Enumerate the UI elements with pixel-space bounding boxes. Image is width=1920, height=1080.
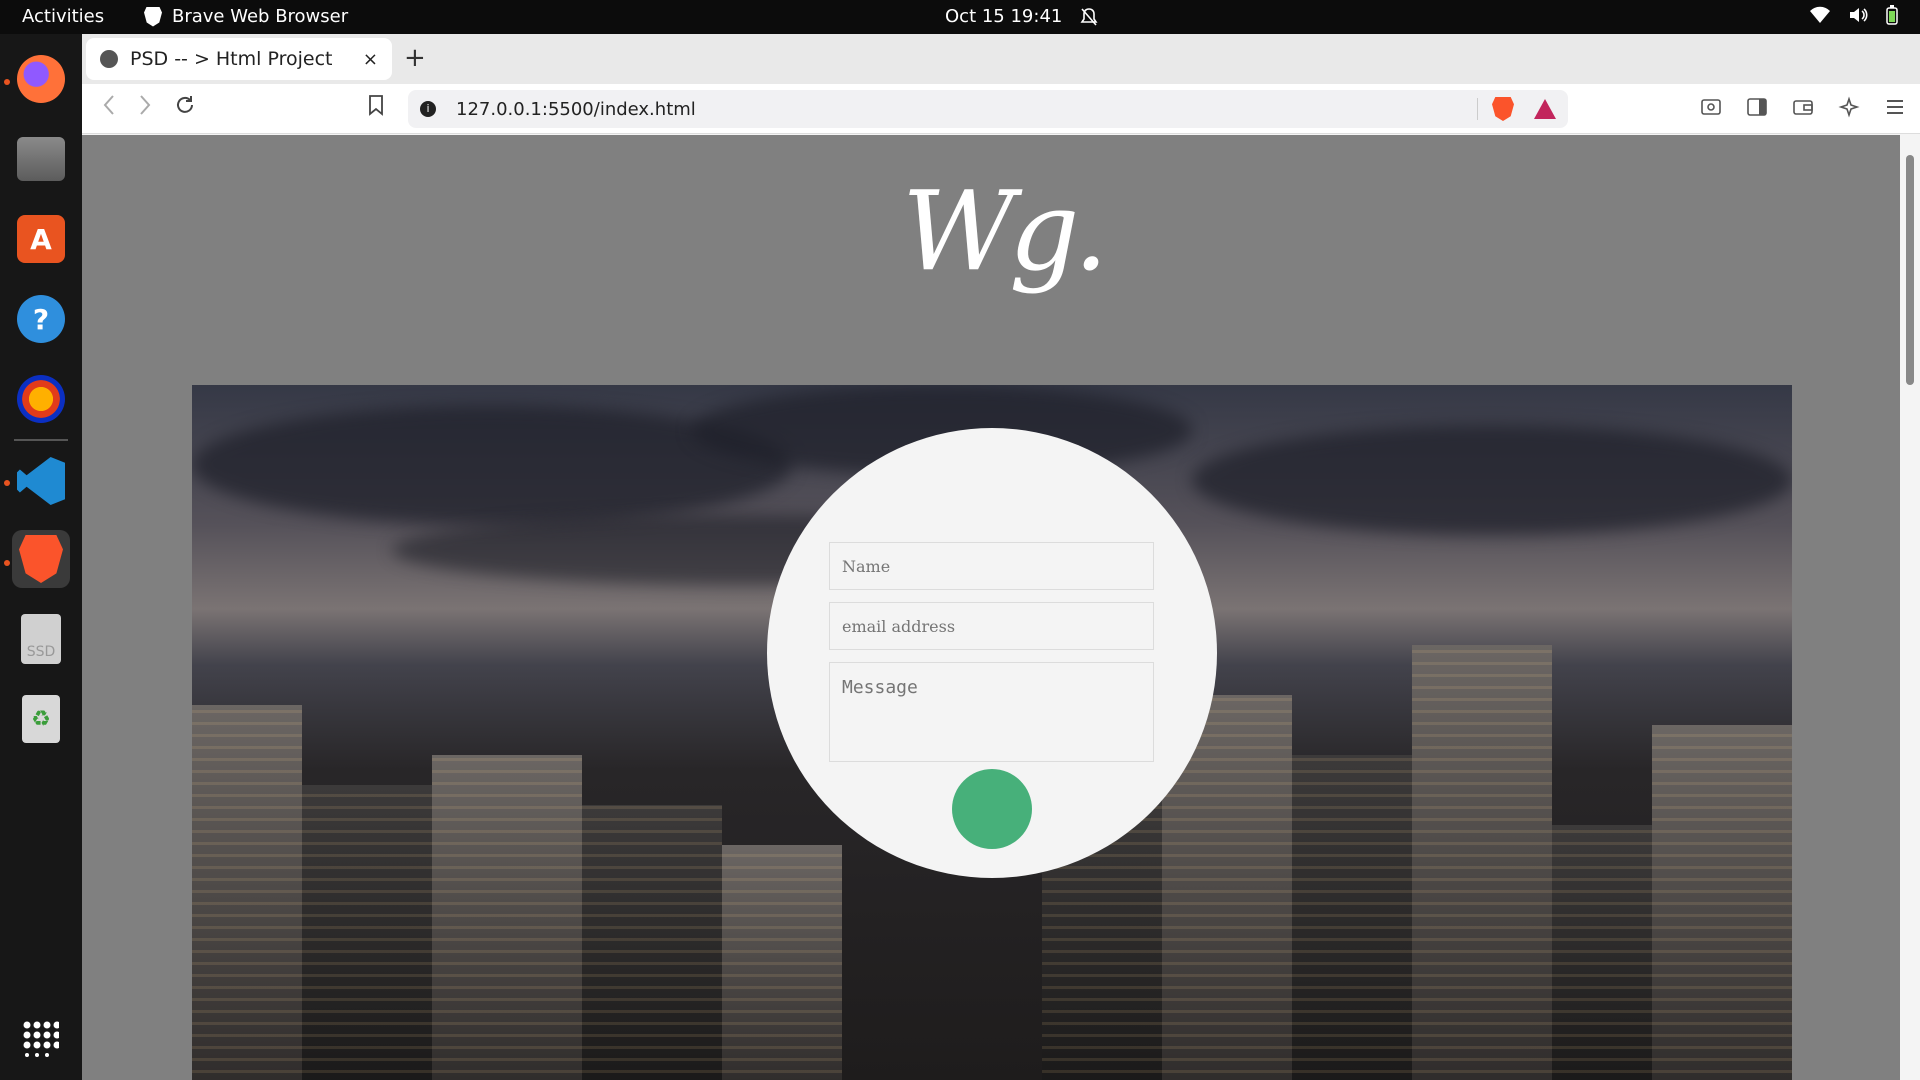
address-divider xyxy=(1477,98,1478,120)
name-input[interactable] xyxy=(829,542,1154,590)
brave-icon xyxy=(144,6,162,27)
tab-strip: PSD -- > Html Project × + xyxy=(82,34,1920,84)
app-grid-icon xyxy=(23,1021,59,1057)
dock-help[interactable]: ? xyxy=(12,290,70,348)
dock-separator xyxy=(14,439,68,441)
tab-active[interactable]: PSD -- > Html Project × xyxy=(86,38,392,80)
activities-button[interactable]: Activities xyxy=(22,6,104,27)
scrollbar-thumb[interactable] xyxy=(1906,155,1914,385)
chevron-left-icon xyxy=(103,95,114,115)
url-text[interactable]: 127.0.0.1:5500/index.html xyxy=(456,99,1477,120)
software-store-icon: A xyxy=(17,215,65,263)
bookmark-button[interactable] xyxy=(368,94,384,122)
dock-firefox[interactable] xyxy=(12,50,70,108)
show-applications-button[interactable] xyxy=(12,1010,70,1068)
site-logo: Wg. xyxy=(902,167,1108,295)
browser-window: PSD -- > Html Project × + i 127.0.0.1:55… xyxy=(82,34,1920,1080)
dock-vscode[interactable] xyxy=(12,452,70,510)
leo-ai-icon[interactable] xyxy=(1838,96,1860,118)
brave-shields-icon[interactable] xyxy=(1492,97,1514,121)
running-indicator xyxy=(4,79,10,85)
site-info-icon[interactable]: i xyxy=(420,101,436,117)
app-name: Brave Web Browser xyxy=(172,6,349,27)
email-input[interactable] xyxy=(829,602,1154,650)
wallet-icon[interactable] xyxy=(1792,96,1814,118)
dock-audacity[interactable] xyxy=(12,370,70,428)
menu-icon[interactable] xyxy=(1884,96,1906,118)
volume-icon xyxy=(1850,8,1868,22)
dock-software[interactable]: A xyxy=(12,210,70,268)
drive-label: SSD xyxy=(26,644,56,660)
dock-brave[interactable] xyxy=(12,530,70,588)
reload-button[interactable] xyxy=(174,94,196,122)
tab-title: PSD -- > Html Project xyxy=(130,48,333,70)
audacity-icon xyxy=(17,375,65,423)
bookmark-icon xyxy=(369,95,383,116)
dock-trash[interactable]: ♻ xyxy=(12,690,70,748)
contact-form-circle xyxy=(767,428,1217,878)
new-tab-button[interactable]: + xyxy=(404,43,426,73)
firefox-icon xyxy=(17,55,65,103)
drive-icon: SSD xyxy=(21,614,61,664)
submit-button[interactable] xyxy=(952,769,1032,849)
page-scrollbar[interactable] xyxy=(1900,135,1920,1080)
app-menu[interactable]: Brave Web Browser xyxy=(144,6,348,27)
notifications-muted-icon[interactable] xyxy=(1080,7,1098,32)
dock-files[interactable] xyxy=(12,130,70,188)
trash-icon: ♻ xyxy=(22,695,60,743)
clock[interactable]: Oct 15 19:41 xyxy=(945,6,1062,27)
files-icon xyxy=(17,137,65,181)
help-icon: ? xyxy=(17,295,65,343)
toolbar-actions xyxy=(1700,96,1906,118)
brave-icon xyxy=(19,535,63,583)
running-indicator xyxy=(4,560,10,566)
forward-button[interactable] xyxy=(138,94,152,122)
back-button[interactable] xyxy=(102,94,116,122)
battery-icon xyxy=(1886,5,1898,25)
system-tray[interactable] xyxy=(1810,5,1898,25)
address-bar[interactable]: i 127.0.0.1:5500/index.html xyxy=(408,90,1568,128)
running-indicator xyxy=(4,480,10,486)
system-top-bar: Activities Brave Web Browser Oct 15 19:4… xyxy=(0,0,1920,34)
brave-rewards-icon[interactable] xyxy=(1534,99,1556,119)
screenshot-icon[interactable] xyxy=(1700,96,1722,118)
browser-toolbar: i 127.0.0.1:5500/index.html xyxy=(82,84,1920,134)
vscode-icon xyxy=(17,457,65,505)
page-viewport: Wg. xyxy=(82,135,1900,1080)
tab-close-button[interactable]: × xyxy=(363,49,378,70)
reload-icon xyxy=(177,96,193,113)
message-textarea[interactable] xyxy=(829,662,1154,762)
wifi-icon xyxy=(1810,6,1830,23)
globe-icon xyxy=(100,50,118,68)
chevron-right-icon xyxy=(140,95,151,115)
sidebar-icon[interactable] xyxy=(1746,96,1768,118)
dock-ssd[interactable]: SSD xyxy=(12,610,70,668)
dock: A ? SSD ♻ xyxy=(0,34,82,1080)
